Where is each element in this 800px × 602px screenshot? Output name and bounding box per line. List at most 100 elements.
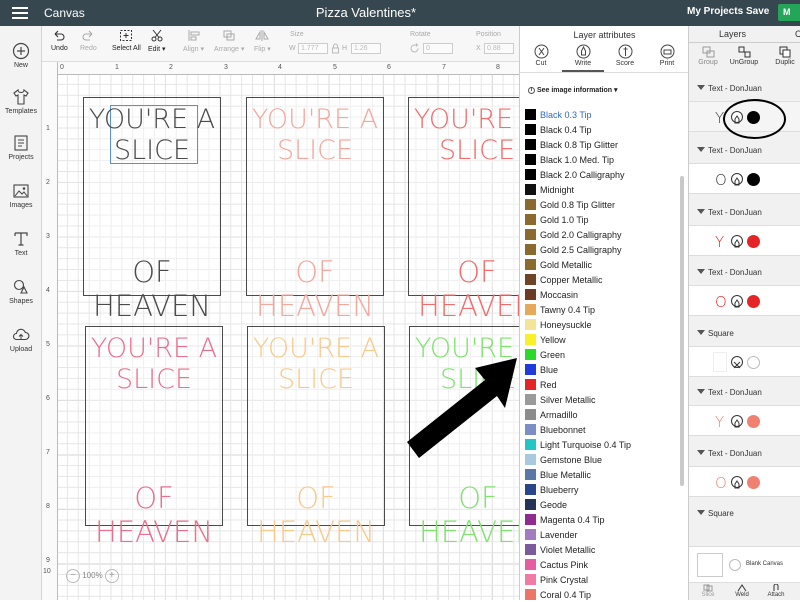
align-dropdown[interactable]: Align ▾: [183, 29, 204, 53]
pen-color-option[interactable]: Black 0.4 Tip: [525, 122, 680, 137]
pen-color-option[interactable]: Blue: [525, 362, 680, 377]
layer-group-header[interactable]: Text - DonJuan: [689, 447, 800, 462]
pen-color-option[interactable]: Black 0.8 Tip Glitter: [525, 137, 680, 152]
write-option[interactable]: Write: [568, 44, 598, 67]
pen-color-option[interactable]: Armadillo: [525, 407, 680, 422]
save-button[interactable]: Save: [746, 6, 769, 17]
layer-group-header[interactable]: Text - DonJuan: [689, 266, 800, 281]
lock-icon[interactable]: [332, 43, 339, 54]
score-option[interactable]: Score: [610, 44, 640, 67]
collapse-caret-icon[interactable]: [697, 330, 705, 335]
layer-group-header[interactable]: Text - DonJuan: [689, 206, 800, 221]
pen-color-option[interactable]: Gold 2.0 Calligraphy: [525, 227, 680, 242]
pen-color-option[interactable]: Gemstone Blue: [525, 452, 680, 467]
collapse-caret-icon[interactable]: [697, 147, 705, 152]
sidebar-item-shapes[interactable]: Shapes: [0, 278, 42, 305]
pen-color-option[interactable]: Honeysuckle: [525, 317, 680, 332]
pen-color-option[interactable]: Tawny 0.4 Tip: [525, 302, 680, 317]
valentine-card[interactable]: YOU'RE A SLICE OF HEAVEN: [247, 326, 385, 549]
layer-color-swatch[interactable]: [747, 295, 760, 308]
pen-color-option[interactable]: Blueberry: [525, 482, 680, 497]
valentine-card[interactable]: YOU'RE A SLICE OF HEAVEN: [408, 97, 519, 323]
layer-group-header[interactable]: Text - DonJuan: [689, 144, 800, 159]
redo-button[interactable]: Redo: [80, 29, 97, 52]
layer-group-header[interactable]: Square: [689, 507, 800, 522]
pen-color-option[interactable]: Black 0.3 Tip: [525, 107, 680, 122]
pen-operation-icon[interactable]: [731, 173, 743, 186]
pen-operation-icon[interactable]: [731, 235, 743, 248]
select-all-button[interactable]: Select All: [112, 29, 141, 52]
slice-button[interactable]: Slice: [697, 584, 719, 598]
pen-operation-icon[interactable]: [731, 415, 743, 428]
arrange-dropdown[interactable]: Arrange ▾: [214, 29, 244, 53]
pen-color-option[interactable]: Cactus Pink: [525, 557, 680, 572]
layer-group-header[interactable]: Square: [689, 327, 800, 342]
pen-color-option[interactable]: Pink Crystal: [525, 572, 680, 587]
pen-color-option[interactable]: Gold 0.8 Tip Glitter: [525, 197, 680, 212]
ungroup-button[interactable]: UnGroup: [727, 46, 761, 66]
blank-canvas-row[interactable]: Blank Canvas: [689, 546, 800, 582]
attach-button[interactable]: Attach: [763, 584, 789, 598]
layer-color-swatch[interactable]: [747, 173, 760, 186]
valentine-card[interactable]: YOU'RE A SLICE OF HEAVEN: [83, 97, 221, 323]
edit-dropdown[interactable]: Edit ▾: [148, 29, 166, 53]
width-input[interactable]: 1.777: [298, 43, 328, 54]
tab-layers[interactable]: Layers: [719, 29, 746, 39]
collapse-caret-icon[interactable]: [697, 389, 705, 394]
pen-color-option[interactable]: Gold 2.5 Calligraphy: [525, 242, 680, 257]
layer-row[interactable]: O: [689, 466, 800, 497]
valentine-card[interactable]: YOU'RE A SLICE OF HEAVEN: [246, 97, 384, 323]
undo-button[interactable]: Undo: [51, 29, 68, 52]
weld-button[interactable]: Weld: [731, 584, 753, 598]
pen-color-option[interactable]: Red: [525, 377, 680, 392]
pen-operation-icon[interactable]: [731, 295, 743, 308]
tab-color-sync[interactable]: C: [795, 29, 800, 39]
pen-color-option[interactable]: Yellow: [525, 332, 680, 347]
layer-row[interactable]: Y: [689, 225, 800, 256]
sidebar-item-text[interactable]: Text: [0, 230, 42, 257]
group-button[interactable]: Group: [695, 46, 721, 66]
print-option[interactable]: Print: [652, 44, 682, 67]
pen-color-option[interactable]: Moccasin: [525, 287, 680, 302]
pen-color-option[interactable]: Blue Metallic: [525, 467, 680, 482]
pen-color-option[interactable]: Midnight: [525, 182, 680, 197]
sidebar-item-images[interactable]: Images: [0, 182, 42, 209]
pen-color-option[interactable]: Black 2.0 Calligraphy: [525, 167, 680, 182]
zoom-in-button[interactable]: +: [104, 569, 119, 583]
layer-row[interactable]: O: [689, 285, 800, 316]
pen-color-option[interactable]: Geode: [525, 497, 680, 512]
zoom-out-button[interactable]: −: [66, 569, 80, 583]
sidebar-item-templates[interactable]: Templates: [0, 88, 42, 115]
blank-canvas-swatch[interactable]: [697, 553, 723, 577]
collapse-caret-icon[interactable]: [697, 269, 705, 274]
cut-option[interactable]: Cut: [526, 44, 556, 67]
collapse-caret-icon[interactable]: [697, 209, 705, 214]
layer-group-header[interactable]: Text - DonJuan: [689, 386, 800, 401]
layer-row[interactable]: Y: [689, 405, 800, 436]
sidebar-item-upload[interactable]: Upload: [0, 326, 42, 353]
collapse-caret-icon[interactable]: [697, 85, 705, 90]
sidebar-item-new[interactable]: New: [0, 42, 42, 69]
my-projects-link[interactable]: My Projects: [687, 6, 743, 17]
pen-color-option[interactable]: Gold 1.0 Tip: [525, 212, 680, 227]
layer-color-swatch[interactable]: [747, 235, 760, 248]
pen-color-option[interactable]: Black 1.0 Med. Tip: [525, 152, 680, 167]
pen-operation-icon[interactable]: [731, 476, 743, 489]
pen-color-option[interactable]: Magenta 0.4 Tip: [525, 512, 680, 527]
visibility-toggle[interactable]: [729, 559, 741, 571]
height-input[interactable]: 1.26: [351, 43, 381, 54]
cut-operation-icon[interactable]: [731, 356, 743, 369]
flip-dropdown[interactable]: Flip ▾: [254, 29, 271, 53]
layer-row[interactable]: [689, 346, 800, 377]
pen-color-option[interactable]: Light Turquoise 0.4 Tip: [525, 437, 680, 452]
collapse-caret-icon[interactable]: [697, 450, 705, 455]
duplicate-button[interactable]: Duplic: [769, 46, 800, 66]
pen-color-option[interactable]: Copper Metallic: [525, 272, 680, 287]
valentine-card[interactable]: YOU'RE A SLICE OF HEAVEN: [85, 326, 223, 549]
x-input[interactable]: 0.88: [484, 43, 514, 54]
pen-color-option[interactable]: Lavender: [525, 527, 680, 542]
image-info-toggle[interactable]: i See image information ▾: [528, 86, 617, 94]
pen-color-option[interactable]: Green: [525, 347, 680, 362]
pen-color-option[interactable]: Violet Metallic: [525, 542, 680, 557]
pen-color-option[interactable]: Silver Metallic: [525, 392, 680, 407]
